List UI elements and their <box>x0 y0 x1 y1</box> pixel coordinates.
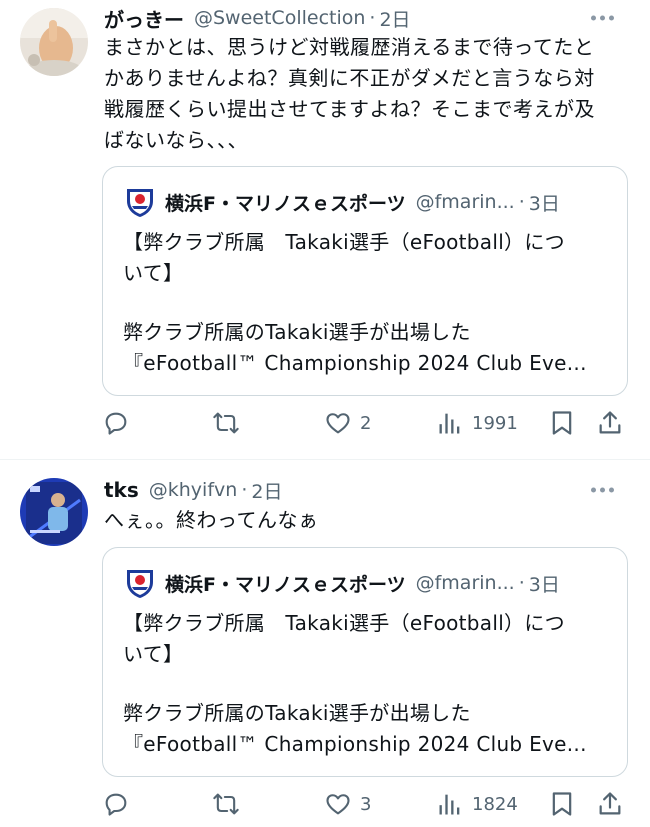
tweet-text: へぇ。。終わってんなぁ <box>104 505 636 536</box>
share-icon <box>599 792 621 815</box>
display-name[interactable]: tks <box>104 478 139 502</box>
bookmark-button[interactable] <box>548 406 576 440</box>
view-count: 1991 <box>472 412 518 434</box>
like-button[interactable]: 2 <box>324 406 371 440</box>
like-button[interactable]: 3 <box>324 787 371 821</box>
reply-icon <box>105 412 127 435</box>
views-button[interactable]: 1824 <box>436 787 518 821</box>
quote-header: 横浜F・マリノスｅスポーツ @fmarin... · 3日 <box>123 568 607 598</box>
retweet-button[interactable] <box>212 787 240 821</box>
views-icon <box>439 413 460 434</box>
quote-handle: @fmarin... <box>415 572 515 594</box>
separator-dot: · <box>518 191 525 213</box>
tweet-text-line: 戦履歴くらい提出させてますよね？そこまで考えが及 <box>104 97 595 121</box>
quote-text-line: いて】 <box>123 261 184 285</box>
quoted-tweet[interactable]: 横浜F・マリノスｅスポーツ @fmarin... · 3日 【弊クラブ所属 Ta… <box>102 166 628 396</box>
tweet-text-line: ばないなら、、、 <box>104 128 248 152</box>
retweet-icon <box>213 412 239 434</box>
quote-text: 【弊クラブ所属 Takaki選手（eFootball）につ いて】 <box>123 227 613 289</box>
quote-text-line: 弊クラブ所属のTakaki選手が出場した <box>123 320 471 344</box>
tweet[interactable]: tks @khyifvn · 2日 へぇ。。終わってんなぁ 横浜F・マリノスｅス… <box>0 470 650 827</box>
like-count: 2 <box>360 412 372 434</box>
quote-text-line: 『eFootball™ Championship 2024 Club Eve..… <box>123 732 587 756</box>
tweet-actions: 3 1824 <box>100 787 630 821</box>
quote-text: 【弊クラブ所属 Takaki選手（eFootball）につ いて】 <box>123 608 613 670</box>
timestamp[interactable]: 2日 <box>251 477 282 504</box>
tweet-text-line: かありませんよね？真剣に不正がダメだと言うなら対 <box>104 66 595 90</box>
like-icon <box>326 413 350 434</box>
retweet-button[interactable] <box>212 406 240 440</box>
tweet-header: がっきー @SweetCollection · 2日 <box>104 3 634 33</box>
like-icon <box>326 794 350 815</box>
tweet[interactable]: がっきー @SweetCollection · 2日 まさかとは、思うけど対戦履… <box>0 0 650 460</box>
avatar[interactable] <box>20 8 88 76</box>
quote-text-line: いて】 <box>123 642 184 666</box>
tweet-text-line: へぇ。。終わってんなぁ <box>104 508 319 532</box>
quote-timestamp: 3日 <box>528 573 560 596</box>
marinos-logo-icon <box>127 189 153 217</box>
bookmark-icon <box>552 411 572 435</box>
separator-dot: · <box>369 7 376 29</box>
reply-button[interactable] <box>102 406 130 440</box>
tweet-text: まさかとは、思うけど対戦履歴消えるまで待ってたと かありませんよね？真剣に不正が… <box>104 32 636 156</box>
quote-display-name: 横浜F・マリノスｅスポーツ <box>165 192 406 215</box>
tweet-text-line: まさかとは、思うけど対戦履歴消えるまで待ってたと <box>104 35 595 59</box>
reply-button[interactable] <box>102 787 130 821</box>
quote-text: 弊クラブ所属のTakaki選手が出場した 『eFootball™ Champio… <box>123 698 613 760</box>
display-name[interactable]: がっきー <box>104 4 184 33</box>
quote-text-line: 【弊クラブ所属 Takaki選手（eFootball）につ <box>123 230 565 254</box>
separator-dot: · <box>241 479 248 501</box>
quote-handle: @fmarin... <box>415 191 515 213</box>
user-handle[interactable]: @SweetCollection <box>194 7 365 29</box>
share-icon <box>599 411 621 434</box>
view-count: 1824 <box>472 793 518 815</box>
user-handle[interactable]: @khyifvn <box>149 479 238 501</box>
views-icon <box>439 794 460 815</box>
quote-text-line: 『eFootball™ Championship 2024 Club Eve..… <box>123 351 587 375</box>
tweet-actions: 2 1991 <box>100 406 630 440</box>
avatar[interactable] <box>20 478 88 546</box>
separator-dot: · <box>518 572 525 594</box>
retweet-icon <box>213 793 239 815</box>
quote-text: 弊クラブ所属のTakaki選手が出場した 『eFootball™ Champio… <box>123 317 613 379</box>
quoted-tweet[interactable]: 横浜F・マリノスｅスポーツ @fmarin... · 3日 【弊クラブ所属 Ta… <box>102 547 628 777</box>
like-count: 3 <box>360 793 372 815</box>
bookmark-icon <box>552 792 572 816</box>
quote-display-name: 横浜F・マリノスｅスポーツ <box>165 573 406 596</box>
quote-text-line: 【弊クラブ所属 Takaki選手（eFootball）につ <box>123 611 565 635</box>
share-button[interactable] <box>596 406 624 440</box>
views-button[interactable]: 1991 <box>436 406 518 440</box>
more-icon[interactable] <box>591 487 614 493</box>
tweet-divider <box>0 459 650 460</box>
share-button[interactable] <box>596 787 624 821</box>
tweet-header: tks @khyifvn · 2日 <box>104 475 634 505</box>
quote-timestamp: 3日 <box>528 192 560 215</box>
quote-header: 横浜F・マリノスｅスポーツ @fmarin... · 3日 <box>123 187 607 217</box>
reply-icon <box>105 793 127 816</box>
bookmark-button[interactable] <box>548 787 576 821</box>
marinos-logo-icon <box>127 570 153 598</box>
timestamp[interactable]: 2日 <box>379 5 410 32</box>
more-icon[interactable] <box>591 15 614 21</box>
quote-text-line: 弊クラブ所属のTakaki選手が出場した <box>123 701 471 725</box>
